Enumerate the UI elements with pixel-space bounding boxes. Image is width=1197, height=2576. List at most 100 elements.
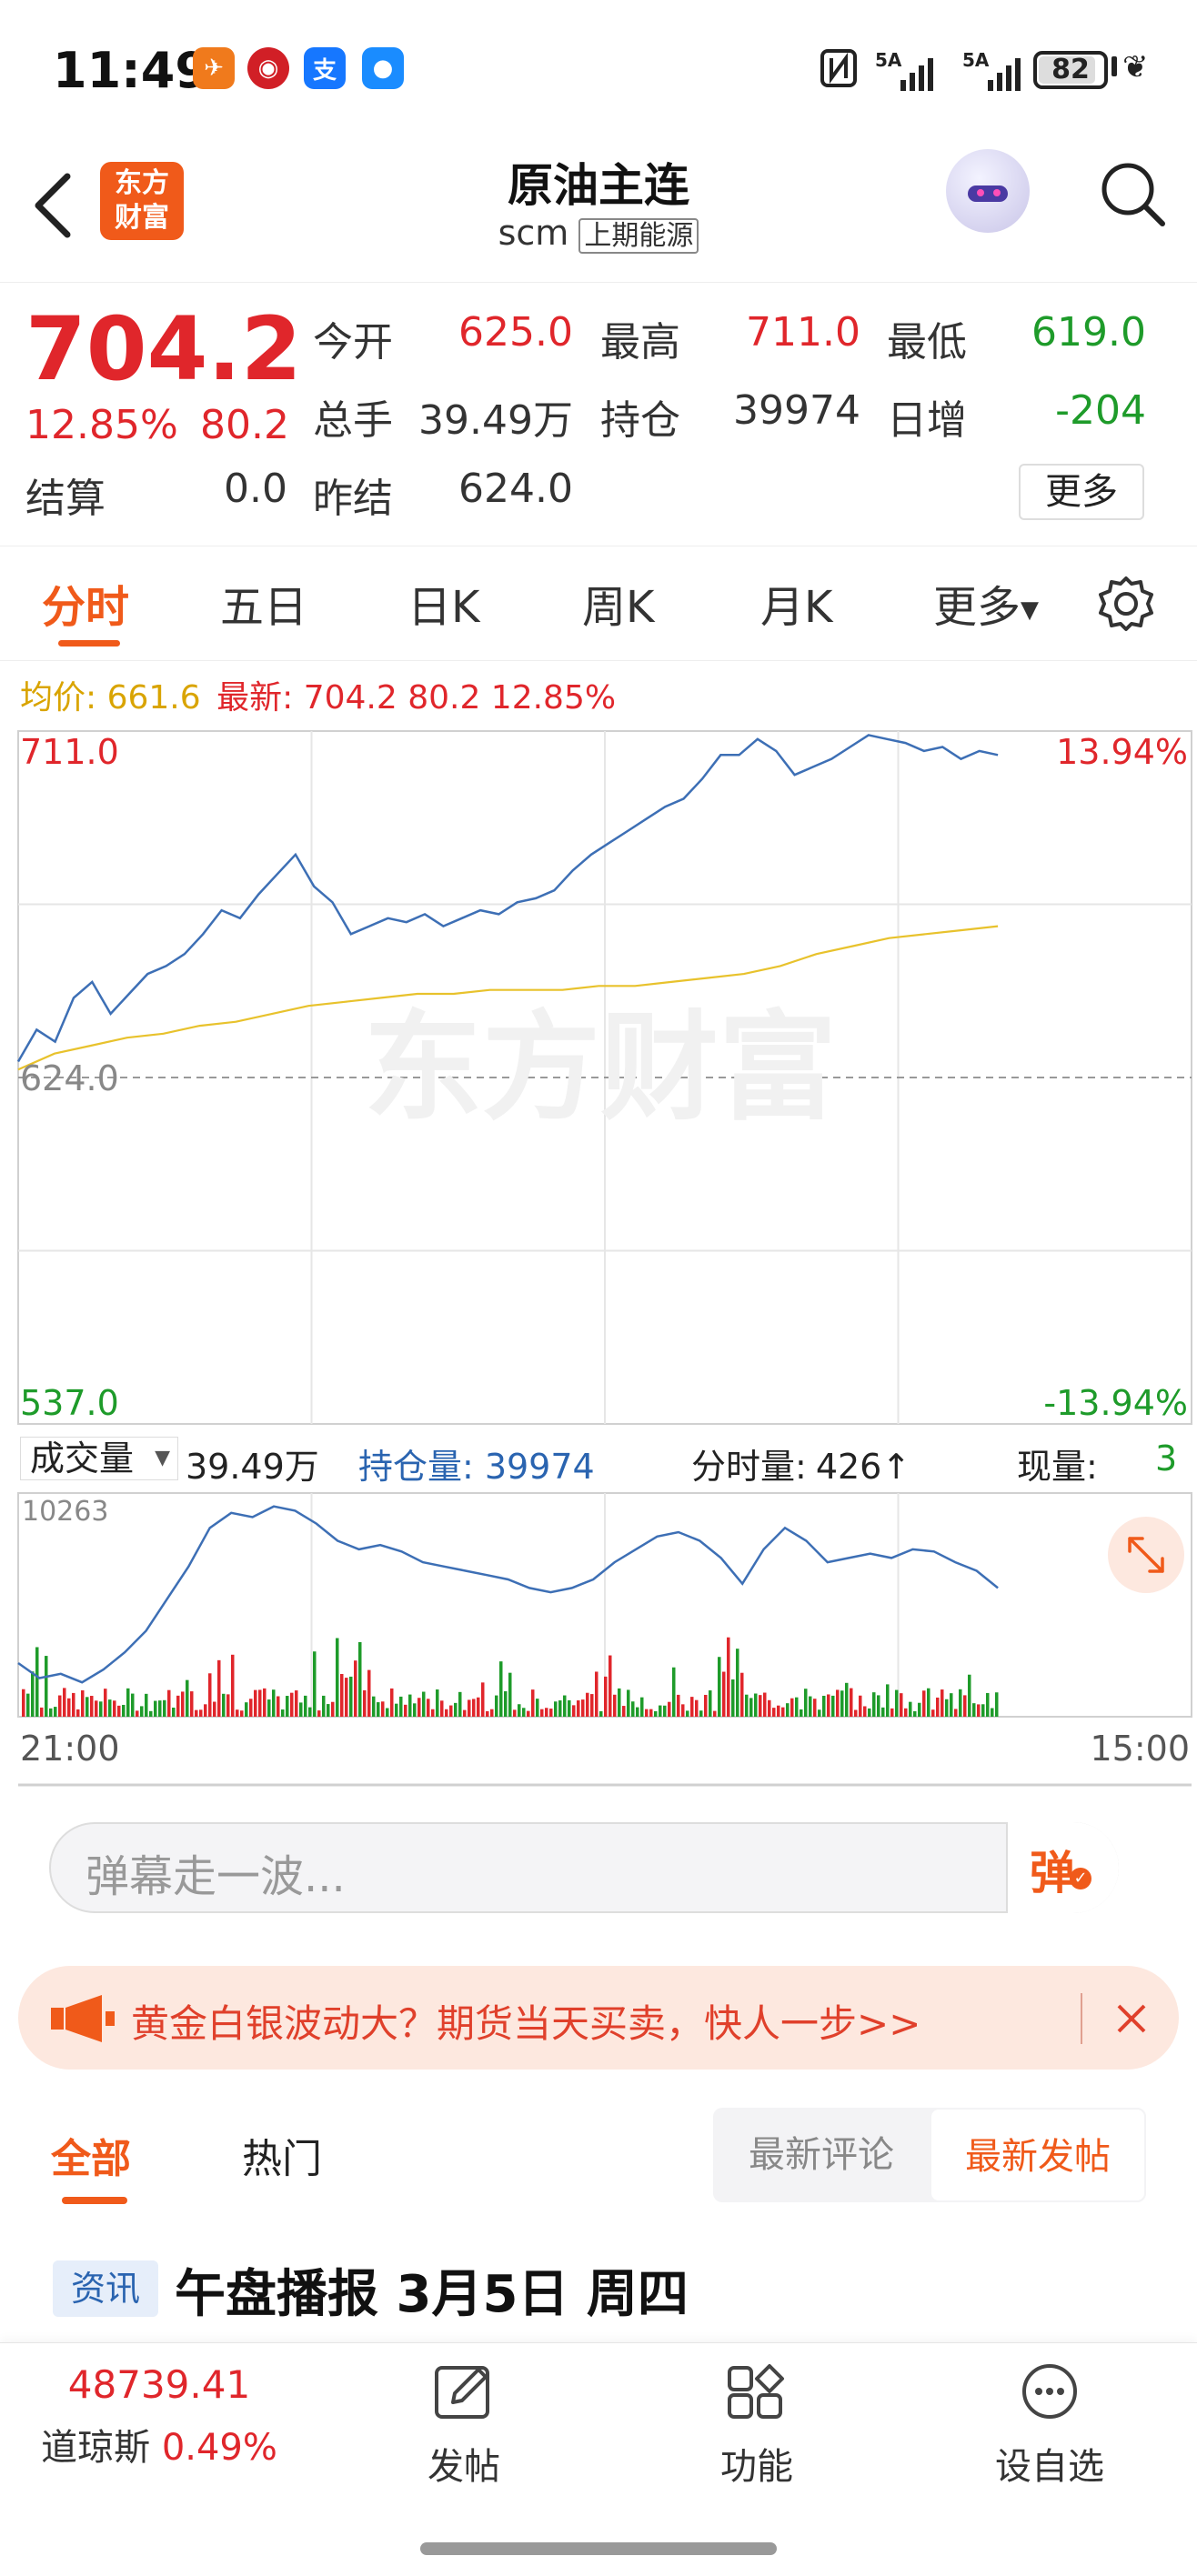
tab-intraday[interactable]: 分时 <box>42 571 129 635</box>
volume-bar <box>900 1693 903 1717</box>
volume-bar <box>317 1710 321 1717</box>
tab-hot[interactable]: 热门 <box>242 2126 322 2184</box>
search-icon[interactable] <box>1099 160 1168 229</box>
volume-bar <box>859 1695 862 1717</box>
volume-bar <box>909 1701 912 1717</box>
volume-bar <box>140 1706 144 1717</box>
volume-top-label: 10263 <box>22 1496 108 1528</box>
more-dots-icon <box>1022 2364 1077 2419</box>
tab-month-k[interactable]: 月K <box>760 571 832 635</box>
logo-text-2: 财富 <box>115 202 169 234</box>
price-chart[interactable]: 东方财富 711.0 624.0 537.0 13.94% -13.94% <box>0 724 1197 1428</box>
volume-bar <box>345 1678 348 1717</box>
grid-icon <box>728 2364 784 2419</box>
volume-bar <box>727 1637 730 1717</box>
volume-bar <box>449 1705 453 1717</box>
volume-bar <box>86 1697 89 1717</box>
volume-bar <box>759 1695 762 1717</box>
instrument-code: scm <box>498 213 569 253</box>
ad-banner[interactable]: 黄金白银波动大？期货当天买卖，快人一步>> <box>18 1966 1179 2070</box>
volume-bar <box>504 1690 508 1717</box>
settings-gear-icon[interactable] <box>1095 573 1157 635</box>
volume-bar <box>272 1689 276 1717</box>
volume-bar <box>95 1700 98 1717</box>
volume-bar <box>158 1700 162 1717</box>
volume-bar <box>595 1671 598 1717</box>
volume-bar <box>204 1704 207 1717</box>
volume-bar <box>790 1698 794 1717</box>
volume-bar <box>240 1710 244 1717</box>
volume-bar <box>195 1709 198 1717</box>
volume-bar <box>372 1696 376 1717</box>
volume-bar <box>322 1695 326 1717</box>
volume-bar <box>181 1691 185 1717</box>
volume-bar <box>718 1657 721 1717</box>
volume-chart[interactable]: 10263 21:00 15:00 <box>0 1488 1197 1788</box>
volume-bar <box>299 1702 303 1717</box>
nav-add-watchlist[interactable]: 设自选 <box>959 2362 1141 2490</box>
oi-summary: 持仓量: 39974 <box>358 1438 595 1488</box>
news-tag: 资讯 <box>53 2260 158 2317</box>
eastmoney-logo: 东方 财富 <box>100 162 184 240</box>
volume-bar <box>122 1704 126 1717</box>
volume-bar <box>308 1707 312 1717</box>
robot-avatar-icon[interactable] <box>946 149 1030 233</box>
volume-dropdown-icon: ▼ <box>155 1447 170 1469</box>
more-button[interactable]: 更多 <box>1019 464 1144 520</box>
volume-bar <box>508 1672 512 1717</box>
volume-bar <box>222 1693 226 1717</box>
volume-bar <box>63 1688 66 1717</box>
tab-more[interactable]: 更多▼ <box>933 571 1039 635</box>
volume-bar <box>590 1694 594 1717</box>
home-indicator <box>420 2542 777 2555</box>
change-value: 80.2 <box>200 402 289 448</box>
low-value: 619.0 <box>1031 309 1146 356</box>
tab-all[interactable]: 全部 <box>51 2126 131 2184</box>
app-icon-2: ◉ <box>247 47 289 89</box>
tab-five-day[interactable]: 五日 <box>220 571 307 635</box>
volume-bar <box>613 1694 617 1717</box>
volume-bar <box>249 1699 253 1717</box>
volume-bar <box>358 1641 362 1717</box>
battery-cap <box>1112 56 1117 76</box>
volume-bar <box>936 1697 940 1717</box>
volume-bar <box>422 1691 426 1717</box>
sort-newest-post[interactable]: 最新发帖 <box>930 2108 1146 2202</box>
current-volume-value: 3 <box>1155 1438 1178 1478</box>
volume-bar <box>813 1699 817 1717</box>
nav-post[interactable]: 发帖 <box>373 2362 555 2490</box>
status-bar: 11:49 ✈ ◉ 支 ● 5A 5A 82 ❦ <box>0 0 1197 136</box>
volume-bar <box>231 1654 235 1717</box>
open-interest-line <box>17 1505 999 1684</box>
index-ticker[interactable]: 48739.41 道琼斯 0.49% <box>36 2362 282 2471</box>
tab-week-k[interactable]: 周K <box>582 571 654 635</box>
dropdown-icon: ▼ <box>1021 596 1040 624</box>
volume-bar <box>31 1671 35 1717</box>
danmaku-input[interactable]: 弹幕走一波... 弹 ✓ <box>49 1822 1119 1913</box>
volume-bar <box>677 1694 680 1717</box>
volume-selector-label: 成交量 <box>30 1438 135 1478</box>
ad-divider <box>1081 1993 1082 2044</box>
y-tick-high: 711.0 <box>20 732 119 772</box>
volume-bar <box>950 1693 953 1717</box>
volume-bar <box>163 1699 166 1717</box>
oi-summary-value: 39974 <box>484 1447 595 1487</box>
close-icon[interactable] <box>1113 2000 1150 2037</box>
volume-bar <box>395 1703 398 1717</box>
expand-icon[interactable] <box>1108 1517 1184 1593</box>
signal-icon-1 <box>900 58 933 91</box>
nav-function[interactable]: 功能 <box>666 2362 848 2490</box>
danmaku-button[interactable]: 弹 ✓ <box>1006 1822 1119 1913</box>
sort-newest-comment[interactable]: 最新评论 <box>713 2108 930 2202</box>
volume-bar <box>518 1704 521 1717</box>
tab-day-k[interactable]: 日K <box>407 571 479 635</box>
volume-bar <box>349 1676 353 1717</box>
volume-bar <box>513 1709 517 1717</box>
volume-bar <box>895 1689 899 1717</box>
back-icon[interactable] <box>31 171 76 240</box>
news-title[interactable]: 午盘播报 3月5日 周四 <box>175 2253 689 2327</box>
volume-selector[interactable]: 成交量 ▼ <box>20 1437 178 1480</box>
tab-indicator <box>58 640 120 647</box>
change-pct: 12.85% <box>25 402 178 448</box>
latest-label: 最新: <box>216 679 294 717</box>
